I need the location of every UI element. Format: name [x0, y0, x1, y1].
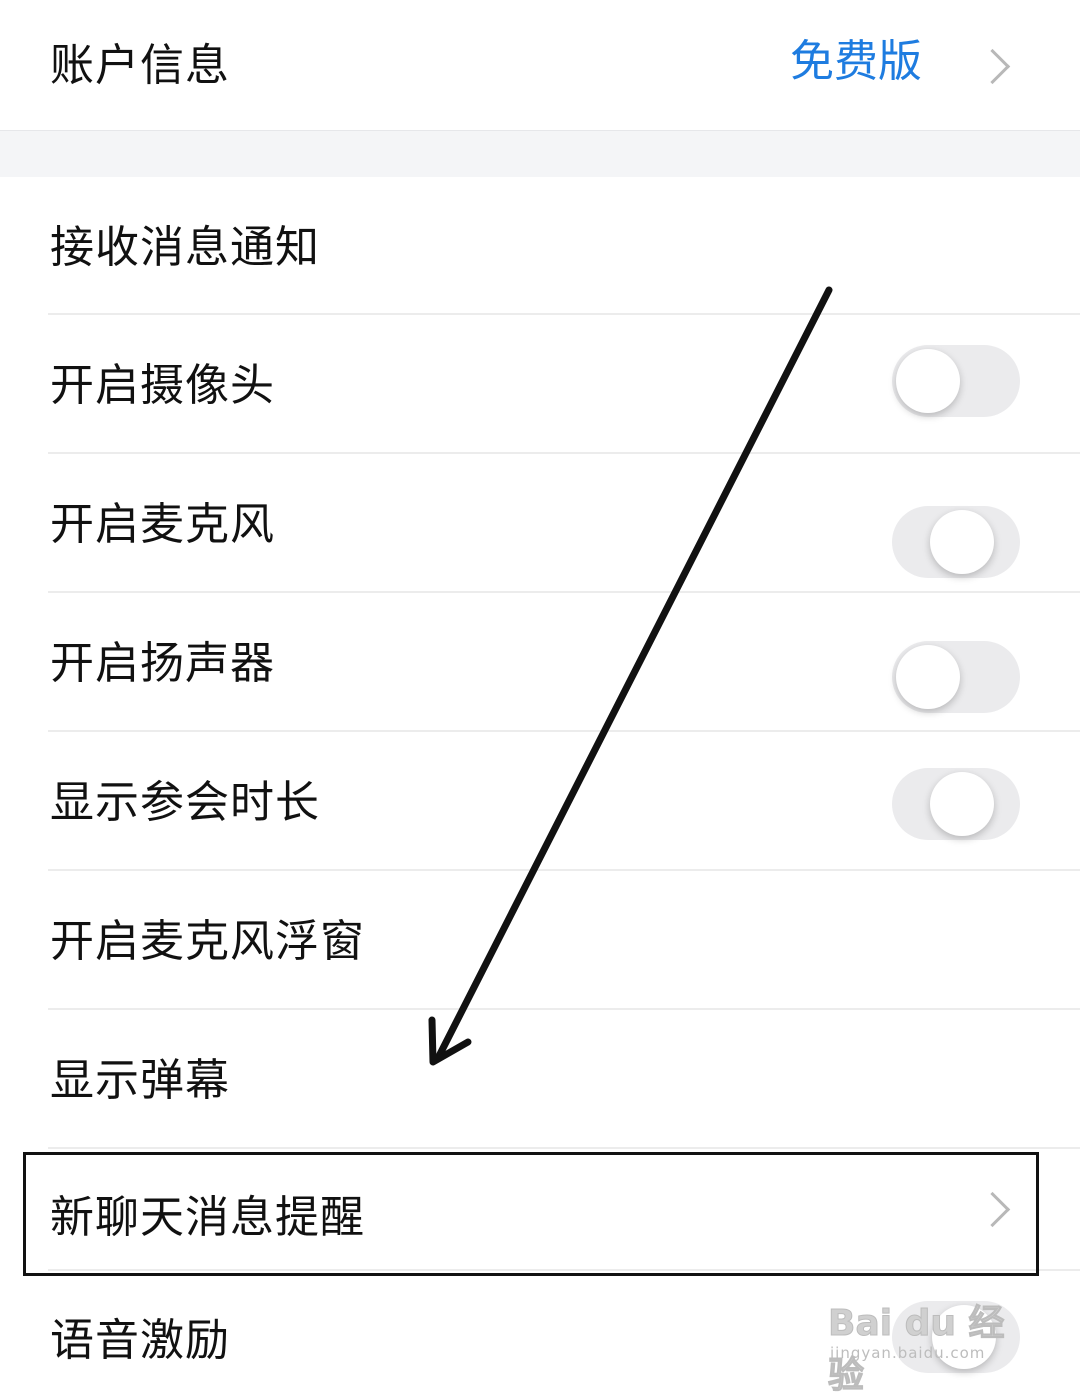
section-separator [0, 130, 1080, 177]
microphone-toggle[interactable] [892, 506, 1020, 578]
chevron-right-icon [974, 48, 1011, 85]
toggle-knob [896, 645, 960, 709]
account-plan-value: 免费版 [790, 36, 922, 87]
toggle-knob [930, 510, 994, 574]
setting-label: 语音激励 [50, 1315, 230, 1366]
setting-row-meeting-duration: 显示参会时长 [0, 732, 1080, 869]
toggle-knob [896, 349, 960, 413]
setting-row-microphone: 开启麦克风 [0, 454, 1080, 591]
watermark-url-text: jingyan.baidu.com [830, 1344, 986, 1362]
highlight-box-annotation [23, 1152, 1039, 1276]
setting-row-camera: 开启摄像头 [0, 315, 1080, 452]
setting-label: 开启摄像头 [50, 360, 275, 411]
account-info-row[interactable]: 账户信息 免费版 [0, 0, 1080, 130]
account-info-label: 账户信息 [50, 40, 230, 91]
setting-row-show-danmaku[interactable]: 显示弹幕 [0, 1010, 1080, 1147]
camera-toggle[interactable] [892, 345, 1020, 417]
meeting-duration-toggle[interactable] [892, 768, 1020, 840]
setting-label: 显示参会时长 [50, 777, 320, 828]
baidu-jingyan-watermark: Bai du 经验 jingyan.baidu.com [828, 1286, 1028, 1395]
setting-row-mic-floating-window[interactable]: 开启麦克风浮窗 [0, 871, 1080, 1008]
setting-label: 开启麦克风浮窗 [50, 916, 365, 967]
settings-page: 账户信息 免费版 接收消息通知 开启摄像头 开启麦克风 开启扬声器 显示参会时长 [0, 0, 1080, 1395]
setting-label: 接收消息通知 [50, 222, 320, 273]
speaker-toggle[interactable] [892, 641, 1020, 713]
setting-row-speaker: 开启扬声器 [0, 593, 1080, 730]
setting-label: 显示弹幕 [50, 1055, 230, 1106]
setting-label: 开启扬声器 [50, 638, 275, 689]
setting-row-receive-notifications[interactable]: 接收消息通知 [0, 177, 1080, 314]
toggle-knob [930, 772, 994, 836]
setting-label: 开启麦克风 [50, 499, 275, 550]
